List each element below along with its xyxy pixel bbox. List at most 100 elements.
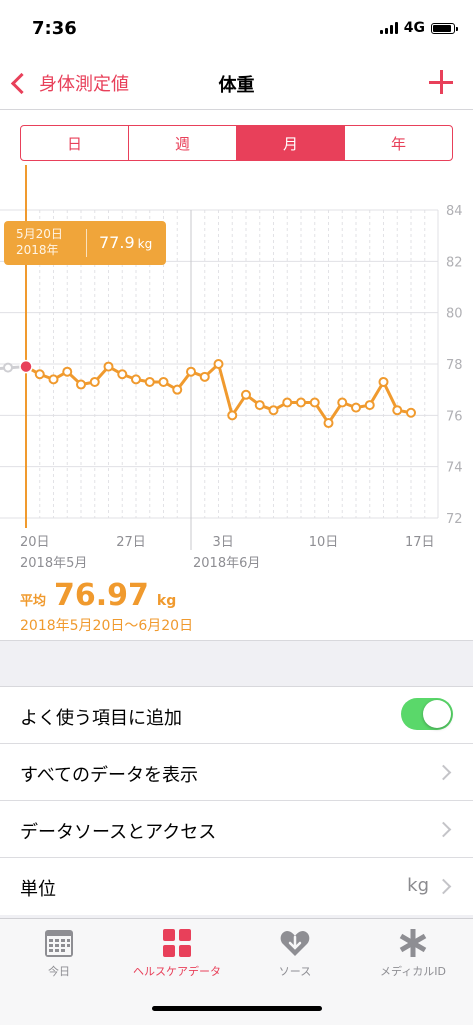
calendar-icon xyxy=(43,927,75,959)
month-label: 2018年6月 xyxy=(193,556,260,571)
heart-download-icon xyxy=(279,927,311,959)
y-tick-label: 84 xyxy=(446,204,463,219)
data-point xyxy=(103,361,114,372)
x-tick-label: 27日 xyxy=(116,535,146,550)
x-tick-label: 3日 xyxy=(213,535,234,550)
signal-icon xyxy=(379,22,398,34)
data-point xyxy=(172,384,183,395)
tab-sources-label: ソース xyxy=(278,965,312,978)
chevron-right-icon xyxy=(435,764,452,781)
unit-row[interactable]: 単位 kg xyxy=(0,858,473,915)
show-all-data-row[interactable]: すべてのデータを表示 xyxy=(0,744,473,801)
y-tick-label: 78 xyxy=(446,358,463,373)
segment-day[interactable]: 日 xyxy=(21,126,129,160)
data-point xyxy=(199,371,210,382)
tooltip-value: 77.9 xyxy=(99,233,135,252)
chevron-right-icon xyxy=(435,878,452,895)
data-point xyxy=(76,379,86,390)
tooltip-date-block: 5月20日 2018年 xyxy=(16,226,63,258)
nav-bar: 身体測定値 体重 xyxy=(0,58,473,110)
asterisk-icon xyxy=(397,927,429,959)
chevron-right-icon xyxy=(435,821,452,838)
tooltip-date: 5月20日 xyxy=(16,227,63,241)
data-point xyxy=(323,418,334,429)
average-value: 76.97 xyxy=(54,578,149,613)
page-title: 体重 xyxy=(218,75,255,96)
tooltip-divider xyxy=(86,229,87,257)
tab-sources[interactable]: ソース xyxy=(236,927,354,979)
data-point xyxy=(213,359,224,369)
period-segmented-control: 日 週 月 年 xyxy=(20,125,453,161)
segment-year[interactable]: 年 xyxy=(345,126,452,160)
data-point xyxy=(268,405,279,416)
chart-card: 日 週 月 年 84 82 80 78 76 74 72 20日 27日 3日 10日 17日 2018… xyxy=(0,110,473,641)
tab-health-data-label: ヘルスケアデータ xyxy=(133,965,221,978)
data-point xyxy=(158,376,169,387)
network-type: 4G xyxy=(403,20,425,36)
tab-medical-id-label: メディカルID xyxy=(380,965,446,978)
y-tick-label: 76 xyxy=(446,409,463,424)
data-point xyxy=(392,405,403,416)
status-time: 7:36 xyxy=(32,18,77,39)
tab-today[interactable]: 今日 xyxy=(0,927,118,979)
data-point xyxy=(227,410,238,421)
settings-list: よく使う項目に追加 すべてのデータを表示 データソースとアクセス 単位 kg xyxy=(0,686,473,915)
average-unit: kg xyxy=(156,593,177,609)
segment-week[interactable]: 週 xyxy=(129,126,237,160)
unit-label: 単位 xyxy=(20,879,56,900)
show-all-data-label: すべてのデータを表示 xyxy=(20,765,199,786)
toggle-knob xyxy=(423,700,451,728)
month-label: 2018年5月 xyxy=(20,556,87,571)
data-sources-row[interactable]: データソースとアクセス xyxy=(0,801,473,858)
data-point xyxy=(62,366,73,377)
tooltip-unit: kg xyxy=(137,237,153,251)
segment-month[interactable]: 月 xyxy=(237,126,345,160)
y-tick-label: 72 xyxy=(446,512,463,527)
average-label: 平均 xyxy=(20,594,47,609)
data-sources-label: データソースとアクセス xyxy=(20,822,217,843)
y-tick-label: 80 xyxy=(446,307,463,322)
favorite-row: よく使う項目に追加 xyxy=(0,687,473,744)
data-point xyxy=(48,374,59,385)
status-bar: 7:36 4G xyxy=(0,0,473,58)
favorite-toggle[interactable] xyxy=(401,698,453,730)
data-point xyxy=(406,407,416,418)
average-summary: 平均 76.97 kg 2018年5月20日〜6月20日 xyxy=(20,578,193,635)
data-point xyxy=(241,389,251,400)
data-point xyxy=(117,369,128,380)
data-point xyxy=(144,376,155,387)
data-point xyxy=(337,397,348,408)
y-tick-label: 74 xyxy=(446,461,463,476)
add-data-button[interactable] xyxy=(429,70,453,94)
x-tick-label: 17日 xyxy=(405,535,435,550)
data-point xyxy=(34,369,45,380)
data-point xyxy=(186,366,196,377)
tab-today-label: 今日 xyxy=(48,965,70,978)
grid-icon xyxy=(161,927,193,959)
unit-value: kg xyxy=(407,875,429,896)
data-point xyxy=(89,376,100,387)
battery-icon xyxy=(431,22,458,34)
data-point xyxy=(364,400,375,411)
favorite-label: よく使う項目に追加 xyxy=(20,708,182,729)
x-tick-label: 10日 xyxy=(309,535,339,550)
data-point xyxy=(296,397,306,408)
tooltip-value-block: 77.9 kg xyxy=(99,233,152,252)
previous-period-point xyxy=(3,362,13,373)
x-tick-label: 20日 xyxy=(20,535,50,550)
data-point xyxy=(131,374,141,385)
tab-health-data[interactable]: ヘルスケアデータ xyxy=(118,927,236,979)
status-indicators: 4G xyxy=(379,20,458,36)
weight-chart[interactable]: 84 82 80 78 76 74 72 20日 27日 3日 10日 17日 2018年5月 2018年… xyxy=(0,165,473,585)
home-indicator xyxy=(152,1006,322,1011)
tab-medical-id[interactable]: メディカルID xyxy=(354,927,472,979)
data-point xyxy=(378,376,389,387)
selected-data-point xyxy=(19,359,33,374)
selected-point-tooltip: 5月20日 2018年 77.9 kg xyxy=(4,221,166,265)
y-tick-label: 82 xyxy=(446,255,463,270)
data-point xyxy=(282,397,293,408)
tooltip-year: 2018年 xyxy=(16,243,59,257)
date-range: 2018年5月20日〜6月20日 xyxy=(20,618,194,634)
data-point xyxy=(309,397,320,408)
data-point xyxy=(351,402,361,413)
